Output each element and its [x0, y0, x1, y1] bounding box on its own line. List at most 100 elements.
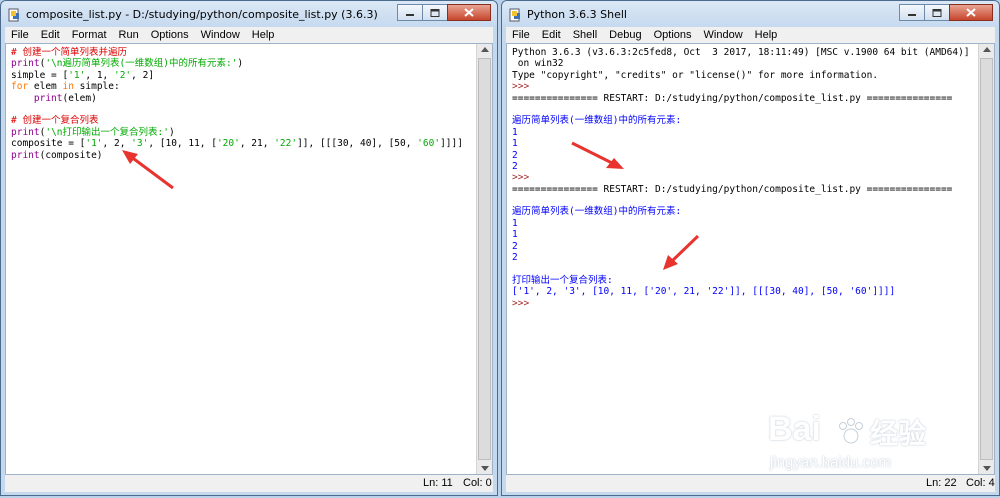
- minimize-button[interactable]: [397, 4, 423, 21]
- watermark-logo-text: Bai: [768, 410, 821, 448]
- code-token: '2': [113, 69, 132, 81]
- editor-menubar: File Edit Format Run Options Window Help: [5, 27, 493, 43]
- menu-file[interactable]: File: [5, 27, 35, 43]
- editor-statusbar: Ln: 11 Col: 0: [5, 475, 493, 492]
- code-token: >>>: [512, 172, 535, 184]
- code-token: '\n遍历简单列表(一维数组)中的所有元素:': [45, 58, 238, 70]
- menu-help[interactable]: Help: [749, 27, 784, 43]
- code-token: 2: [512, 160, 518, 172]
- code-token: 1: [512, 217, 518, 229]
- close-icon: [464, 8, 474, 17]
- menu-format[interactable]: Format: [66, 27, 113, 43]
- vertical-scrollbar[interactable]: [476, 44, 492, 474]
- menu-help[interactable]: Help: [246, 27, 281, 43]
- code-line: print('\n遍历简单列表(一维数组)中的所有元素:'): [11, 58, 463, 69]
- code-token: >>>: [512, 81, 535, 93]
- code-token: =============== RESTART: D:/studying/pyt…: [512, 92, 953, 104]
- code-token: 遍历简单列表(一维数组)中的所有元素:: [512, 206, 682, 218]
- maximize-icon: [430, 8, 440, 17]
- code-token: print: [11, 58, 40, 70]
- code-token: '60': [417, 138, 441, 150]
- status-column: Col: 0: [463, 477, 492, 489]
- scroll-down-icon[interactable]: [983, 466, 991, 471]
- status-line: Ln: 11: [423, 477, 453, 489]
- code-token: simple = [: [11, 69, 69, 81]
- code-line: >>>: [512, 172, 970, 183]
- menu-window[interactable]: Window: [195, 27, 246, 43]
- shell-text[interactable]: Python 3.6.3 (v3.6.3:2c5fed8, Oct 3 2017…: [512, 47, 970, 309]
- maximize-button[interactable]: [422, 4, 448, 21]
- annotation-arrow-icon: [122, 150, 174, 190]
- code-line: ['1', 2, '3', [10, 11, ['20', 21, '22']]…: [512, 286, 970, 297]
- close-button[interactable]: [949, 4, 993, 21]
- code-token: '\n打印输出一个复合列表:': [45, 126, 169, 138]
- paw-icon: [839, 418, 863, 444]
- code-line: >>>: [512, 298, 970, 309]
- menu-file[interactable]: File: [506, 27, 536, 43]
- code-line: 2: [512, 252, 970, 263]
- code-token: Type "copyright", "credits" or "license(…: [512, 69, 879, 81]
- code-line: # 创建一个复合列表: [11, 115, 463, 126]
- code-text[interactable]: # 创建一个简单列表并遍历 print('\n遍历简单列表(一维数组)中的所有元素…: [11, 47, 463, 161]
- editor-window: composite_list.py - D:/studying/python/c…: [0, 0, 498, 496]
- scroll-up-icon[interactable]: [983, 47, 991, 52]
- code-line: Python 3.6.3 (v3.6.3:2c5fed8, Oct 3 2017…: [512, 47, 970, 58]
- code-token: 1: [512, 138, 518, 150]
- code-token: print: [33, 92, 63, 104]
- code-token: print: [11, 149, 40, 161]
- code-editor[interactable]: # 创建一个简单列表并遍历 print('\n遍历简单列表(一维数组)中的所有元素…: [5, 43, 493, 475]
- code-line: 1: [512, 218, 970, 229]
- close-button[interactable]: [447, 4, 491, 21]
- code-token: composite = [: [11, 138, 86, 150]
- scroll-thumb[interactable]: [980, 58, 993, 460]
- code-token: in: [62, 81, 74, 93]
- menu-window[interactable]: Window: [698, 27, 749, 43]
- code-line: =============== RESTART: D:/studying/pyt…: [512, 184, 970, 195]
- code-line: 遍历简单列表(一维数组)中的所有元素:: [512, 115, 970, 126]
- code-line: =============== RESTART: D:/studying/pyt…: [512, 93, 970, 104]
- scroll-down-icon[interactable]: [481, 466, 489, 471]
- menu-shell[interactable]: Shell: [567, 27, 603, 43]
- code-token: , 21,: [239, 138, 275, 150]
- vertical-scrollbar[interactable]: [978, 44, 994, 474]
- annotation-arrow-icon: [571, 141, 624, 169]
- menu-edit[interactable]: Edit: [35, 27, 66, 43]
- minimize-icon: [908, 13, 916, 16]
- code-token: ]]]]: [440, 138, 463, 150]
- code-token: 1: [512, 126, 518, 138]
- code-token: 2: [512, 240, 518, 252]
- menu-edit[interactable]: Edit: [536, 27, 567, 43]
- window-title: Python 3.6.3 Shell: [527, 8, 627, 21]
- code-token: , 2]: [131, 69, 155, 81]
- code-token: >>>: [512, 297, 535, 309]
- code-token: '1': [68, 69, 86, 81]
- code-token: print: [11, 126, 40, 138]
- close-icon: [966, 8, 976, 17]
- code-token: 2: [512, 149, 518, 161]
- shell-titlebar[interactable]: Python 3.6.3 Shell: [502, 1, 999, 29]
- code-token: 遍历简单列表(一维数组)中的所有元素:: [512, 115, 682, 127]
- minimize-icon: [406, 13, 414, 16]
- code-token: '22': [274, 138, 298, 150]
- menu-options[interactable]: Options: [145, 27, 195, 43]
- code-token: # 创建一个复合列表: [11, 115, 99, 127]
- maximize-button[interactable]: [924, 4, 950, 21]
- code-line: 2: [512, 241, 970, 252]
- menu-debug[interactable]: Debug: [603, 27, 647, 43]
- menu-options[interactable]: Options: [648, 27, 698, 43]
- code-line: 1: [512, 229, 970, 240]
- scroll-thumb[interactable]: [478, 58, 491, 460]
- code-line: for elem in simple:: [11, 81, 463, 92]
- menu-run[interactable]: Run: [113, 27, 145, 43]
- code-token: '20': [216, 138, 240, 150]
- code-token: (composite): [39, 149, 103, 161]
- code-token: 2: [512, 252, 518, 264]
- editor-titlebar[interactable]: composite_list.py - D:/studying/python/c…: [1, 1, 497, 29]
- scroll-up-icon[interactable]: [481, 47, 489, 52]
- status-column: Col: 4: [966, 477, 995, 489]
- minimize-button[interactable]: [899, 4, 925, 21]
- code-token: on win32: [512, 58, 564, 70]
